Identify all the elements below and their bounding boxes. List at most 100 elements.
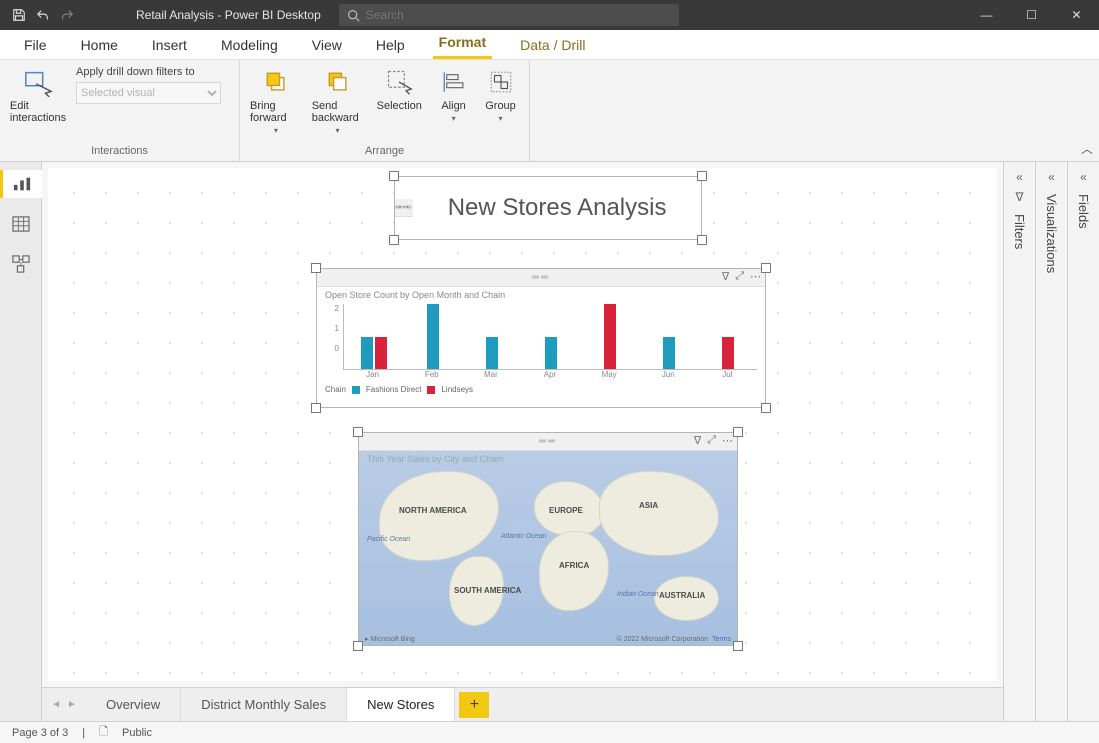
chevron-down-icon: ▾ bbox=[499, 114, 503, 123]
map-body: This Year Sales by City and Chain NORTH … bbox=[359, 451, 737, 645]
bar bbox=[486, 337, 498, 370]
page-tab[interactable]: District Monthly Sales bbox=[181, 688, 347, 722]
nav-model-icon[interactable] bbox=[5, 250, 37, 278]
filter-icon[interactable]: ∇ bbox=[722, 270, 729, 283]
y-axis: 210 bbox=[325, 304, 339, 353]
title-text: New Stores Analysis bbox=[413, 194, 701, 222]
nav-report-icon[interactable] bbox=[0, 170, 42, 198]
map-label-eu: EUROPE bbox=[549, 506, 583, 515]
more-icon[interactable]: ⋯ bbox=[722, 434, 733, 447]
nav-data-icon[interactable] bbox=[5, 210, 37, 238]
page-tabs: ◄ ► OverviewDistrict Monthly SalesNew Sto… bbox=[42, 687, 1003, 721]
search-box[interactable] bbox=[339, 4, 679, 26]
edit-interactions-button[interactable]: Edit interactions bbox=[10, 66, 66, 124]
resize-handle[interactable] bbox=[697, 235, 707, 245]
bar bbox=[375, 337, 387, 370]
drag-grip-icon[interactable]: ══ bbox=[539, 436, 557, 447]
bring-forward-label: Bring forward bbox=[250, 100, 302, 124]
expand-icon[interactable]: « bbox=[1048, 170, 1055, 184]
ocean-atlantic: Atlantic Ocean bbox=[501, 533, 547, 540]
tab-format[interactable]: Format bbox=[433, 28, 492, 59]
map-label-au: AUSTRALIA bbox=[659, 591, 705, 600]
bar bbox=[722, 337, 734, 370]
resize-handle[interactable] bbox=[697, 171, 707, 181]
filter-icon: ∇ bbox=[1015, 190, 1023, 204]
bring-forward-button[interactable]: Bring forward ▾ bbox=[250, 66, 302, 135]
maximize-button[interactable]: ☐ bbox=[1009, 0, 1054, 30]
selection-button[interactable]: Selection bbox=[373, 66, 425, 112]
filters-pane[interactable]: « ∇ Filters bbox=[1003, 162, 1035, 721]
focus-icon[interactable]: ⤢ bbox=[735, 270, 744, 283]
page-tab[interactable]: New Stores bbox=[347, 687, 455, 721]
tab-home[interactable]: Home bbox=[75, 31, 124, 59]
drag-grip-icon[interactable]: ══ bbox=[532, 272, 550, 283]
drill-filter-select[interactable]: Selected visual bbox=[76, 82, 221, 104]
x-axis-labels: JanFebMarAprMayJunJul bbox=[343, 370, 757, 379]
app-title: Retail Analysis - Power BI Desktop bbox=[86, 8, 339, 22]
bar-plot bbox=[343, 304, 757, 370]
resize-handle[interactable] bbox=[733, 427, 743, 437]
add-page-button[interactable]: + bbox=[459, 692, 489, 718]
tab-view[interactable]: View bbox=[306, 31, 348, 59]
undo-icon[interactable] bbox=[34, 6, 52, 24]
left-nav bbox=[0, 162, 42, 721]
legend-swatch-li bbox=[427, 386, 435, 394]
expand-icon[interactable]: « bbox=[1080, 170, 1087, 184]
resize-handle[interactable] bbox=[311, 263, 321, 273]
bar bbox=[361, 337, 373, 370]
bing-attribution: ▸ Microsoft Bing bbox=[365, 635, 415, 643]
collapse-ribbon-icon[interactable]: ︿ bbox=[1081, 140, 1093, 157]
visualizations-pane[interactable]: « Visualizations bbox=[1035, 162, 1067, 721]
titlebar: Retail Analysis - Power BI Desktop ― ☐ ✕ bbox=[0, 0, 1099, 30]
resize-handle[interactable] bbox=[389, 171, 399, 181]
resize-handle[interactable] bbox=[353, 427, 363, 437]
filter-icon[interactable]: ∇ bbox=[694, 434, 701, 447]
resize-handle[interactable] bbox=[761, 263, 771, 273]
focus-icon[interactable]: ⤢ bbox=[707, 434, 716, 447]
legend-fd: Fashions Direct bbox=[366, 385, 422, 394]
align-button[interactable]: Align ▾ bbox=[435, 66, 472, 123]
resize-handle[interactable] bbox=[733, 641, 743, 651]
status-public-icon: 🗋 bbox=[99, 723, 108, 742]
ocean-pacific: Pacific Ocean bbox=[367, 536, 410, 543]
save-icon[interactable] bbox=[10, 6, 28, 24]
bar-chart-visual[interactable]: ══ ∇ ⤢ ⋯ Open Store Count by Open Month an… bbox=[316, 268, 766, 408]
resize-handle[interactable] bbox=[761, 403, 771, 413]
page-tab[interactable]: Overview bbox=[86, 688, 181, 722]
title-visual[interactable]: ══ ⋯ New Stores Analysis bbox=[394, 176, 702, 240]
report-canvas[interactable]: ══ ⋯ New Stores Analysis ══ ∇ ⤢ ⋯ Open Sto… bbox=[48, 168, 997, 681]
tab-modeling[interactable]: Modeling bbox=[215, 31, 284, 59]
map-visual[interactable]: ══ ∇ ⤢ ⋯ This Year Sales by City and Chain… bbox=[358, 432, 738, 646]
resize-handle[interactable] bbox=[353, 641, 363, 651]
ribbon: Edit interactions Apply drill down filte… bbox=[0, 60, 1099, 162]
tab-insert[interactable]: Insert bbox=[146, 31, 193, 59]
more-icon[interactable]: ⋯ bbox=[398, 200, 409, 213]
send-backward-label: Send backward bbox=[312, 100, 364, 124]
visualizations-label: Visualizations bbox=[1044, 194, 1059, 273]
tab-help[interactable]: Help bbox=[370, 31, 411, 59]
terms-link[interactable]: Terms bbox=[712, 636, 731, 643]
group-button[interactable]: Group ▾ bbox=[482, 66, 519, 123]
search-input[interactable] bbox=[366, 8, 671, 22]
bar-chart-title: Open Store Count by Open Month and Chain bbox=[317, 287, 765, 300]
more-icon[interactable]: ⋯ bbox=[750, 270, 761, 283]
next-page-icon[interactable]: ► bbox=[67, 699, 77, 710]
resize-handle[interactable] bbox=[389, 235, 399, 245]
close-button[interactable]: ✕ bbox=[1054, 0, 1099, 30]
legend-swatch-fd bbox=[352, 386, 360, 394]
search-icon bbox=[347, 9, 360, 22]
tab-file[interactable]: File bbox=[18, 31, 53, 59]
send-backward-button[interactable]: Send backward ▾ bbox=[312, 66, 364, 135]
bar-legend: Chain Fashions Direct Lindseys bbox=[317, 381, 765, 398]
chevron-down-icon: ▾ bbox=[452, 114, 456, 123]
resize-handle[interactable] bbox=[311, 403, 321, 413]
expand-icon[interactable]: « bbox=[1016, 170, 1023, 184]
redo-icon[interactable] bbox=[58, 6, 76, 24]
status-page: Page 3 of 3 bbox=[12, 727, 68, 739]
status-bar: Page 3 of 3 | 🗋 Public bbox=[0, 721, 1099, 743]
minimize-button[interactable]: ― bbox=[964, 0, 1009, 30]
map-label-sa: SOUTH AMERICA bbox=[454, 586, 521, 595]
fields-pane[interactable]: « Fields bbox=[1067, 162, 1099, 721]
prev-page-icon[interactable]: ◄ bbox=[51, 699, 61, 710]
tab-data-drill[interactable]: Data / Drill bbox=[514, 31, 591, 59]
